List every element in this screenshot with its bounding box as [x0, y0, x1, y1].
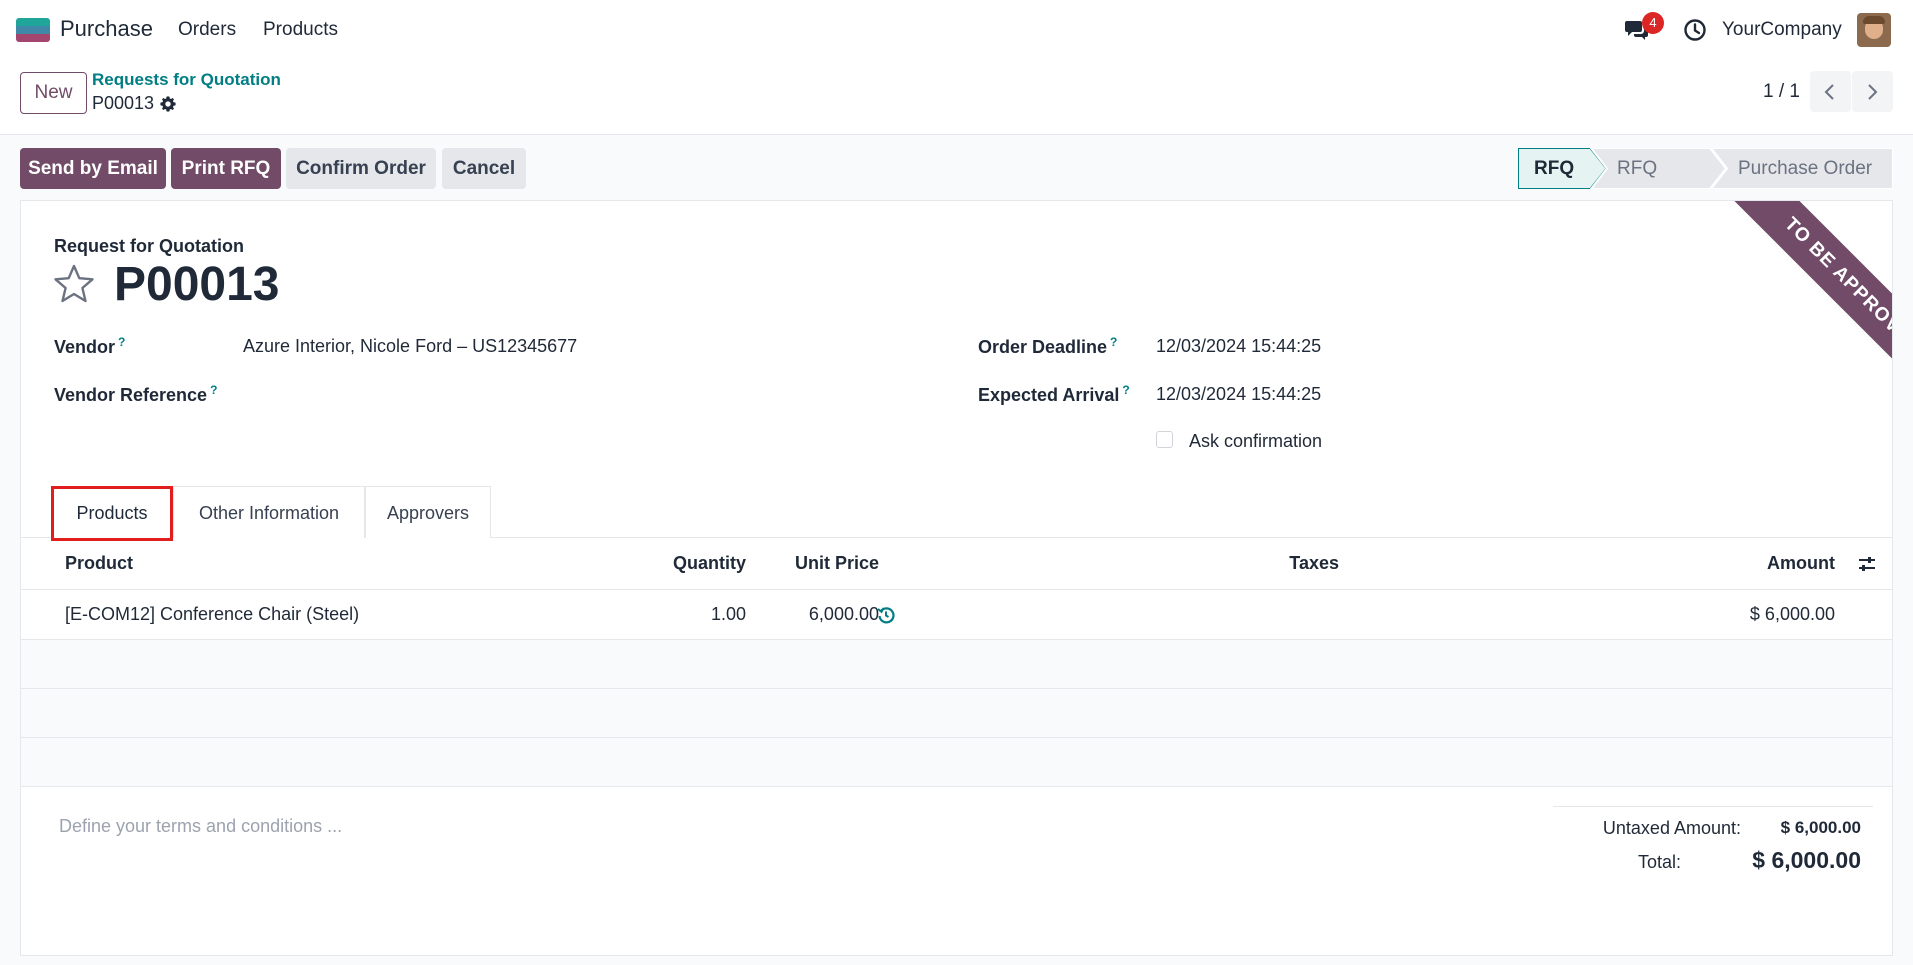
column-header-product[interactable]: Product — [65, 553, 133, 574]
column-header-quantity[interactable]: Quantity — [646, 553, 746, 574]
row-quantity[interactable]: 1.00 — [646, 604, 746, 625]
tab-products[interactable]: Products — [51, 486, 173, 541]
menu-products[interactable]: Products — [263, 19, 338, 41]
ask-confirmation-label[interactable]: Ask confirmation — [1189, 431, 1322, 452]
vendor-reference-label: Vendor Reference? — [54, 383, 218, 405]
notification-badge: 4 — [1642, 12, 1664, 34]
column-header-amount[interactable]: Amount — [1701, 553, 1835, 574]
optional-columns-icon[interactable] — [1857, 554, 1877, 574]
expected-arrival-help-icon[interactable]: ? — [1122, 383, 1129, 397]
table-empty-row — [21, 737, 1892, 786]
vendor-reference-help-icon[interactable]: ? — [210, 383, 217, 397]
pager-next-button[interactable] — [1852, 71, 1893, 112]
ask-confirmation-checkbox[interactable] — [1156, 431, 1173, 448]
price-history-icon[interactable] — [877, 606, 895, 624]
gear-icon[interactable] — [159, 95, 177, 113]
table-empty-row — [21, 688, 1892, 737]
new-button[interactable]: New — [20, 72, 87, 114]
vendor-help-icon[interactable]: ? — [118, 335, 125, 349]
terms-and-conditions-field[interactable]: Define your terms and conditions ... — [59, 816, 342, 837]
table-empty-row — [21, 639, 1892, 688]
cancel-button[interactable]: Cancel — [442, 148, 526, 189]
stage-purchase-order[interactable]: Purchase Order — [1738, 148, 1872, 189]
stage-rfq[interactable]: RFQ — [1534, 148, 1574, 189]
company-switcher[interactable]: YourCompany — [1722, 19, 1842, 41]
order-deadline-field[interactable]: 12/03/2024 15:44:25 — [1156, 336, 1321, 357]
app-name[interactable]: Purchase — [60, 16, 153, 42]
print-rfq-button[interactable]: Print RFQ — [171, 148, 281, 189]
untaxed-amount-value: $ 6,000.00 — [1780, 818, 1861, 837]
chevron-left-icon — [1824, 84, 1834, 100]
clock-icon[interactable] — [1683, 18, 1707, 42]
pager-previous-button[interactable] — [1810, 71, 1851, 112]
purchase-app-icon[interactable] — [16, 18, 50, 42]
table-bottom-divider — [21, 786, 1892, 787]
tab-other-information[interactable]: Other Information — [173, 486, 365, 538]
star-icon[interactable] — [53, 263, 95, 305]
total-value: $ 6,000.00 — [1752, 847, 1861, 873]
document-type-label: Request for Quotation — [54, 236, 244, 256]
row-product[interactable]: [E-COM12] Conference Chair (Steel) — [65, 604, 359, 625]
order-deadline-label: Order Deadline? — [978, 335, 1118, 357]
ribbon-label: TO BE APPROVED — [1729, 201, 1892, 409]
total-label: Total: — [1637, 852, 1681, 872]
expected-arrival-field[interactable]: 12/03/2024 15:44:25 — [1156, 384, 1321, 405]
stage-rfq-sent[interactable]: RFQ Sent — [1617, 148, 1657, 220]
column-header-unit-price[interactable]: Unit Price — [766, 553, 879, 574]
expected-arrival-label: Expected Arrival? — [978, 383, 1130, 405]
vendor-label: Vendor? — [54, 335, 126, 357]
table-header-divider — [21, 589, 1892, 590]
send-by-email-button[interactable]: Send by Email — [20, 148, 166, 189]
top-navbar: Purchase Orders Products 4 YourCompany — [0, 0, 1913, 60]
column-header-taxes[interactable]: Taxes — [1221, 553, 1339, 574]
tab-approvers[interactable]: Approvers — [365, 486, 491, 538]
status-ribbon: TO BE APPROVED — [1682, 201, 1892, 411]
notebook-tabs: Products Other Information Approvers — [21, 486, 1892, 541]
chevron-right-icon — [1868, 84, 1878, 100]
confirm-order-button[interactable]: Confirm Order — [286, 148, 436, 189]
vendor-reference-field[interactable] — [243, 384, 743, 408]
menu-orders[interactable]: Orders — [178, 19, 236, 41]
control-panel: New Requests for Quotation P00013 1 / 1 — [0, 60, 1913, 135]
pager-value[interactable]: 1 / 1 — [1763, 81, 1800, 103]
totals-divider — [1553, 806, 1873, 807]
order-deadline-help-icon[interactable]: ? — [1110, 335, 1117, 349]
row-unit-price[interactable]: 6,000.00 — [766, 604, 879, 625]
form-sheet: TO BE APPROVED Request for Quotation P00… — [20, 200, 1893, 956]
user-avatar[interactable] — [1857, 13, 1891, 47]
breadcrumb-rfq-link[interactable]: Requests for Quotation — [92, 70, 281, 90]
breadcrumb-current-record: P00013 — [92, 93, 155, 113]
vendor-field[interactable]: Azure Interior, Nicole Ford – US12345677 — [243, 336, 577, 357]
row-amount: $ 6,000.00 — [1749, 604, 1835, 624]
untaxed-amount-label: Untaxed Amount: — [1602, 818, 1741, 838]
record-title: P00013 — [114, 258, 280, 311]
